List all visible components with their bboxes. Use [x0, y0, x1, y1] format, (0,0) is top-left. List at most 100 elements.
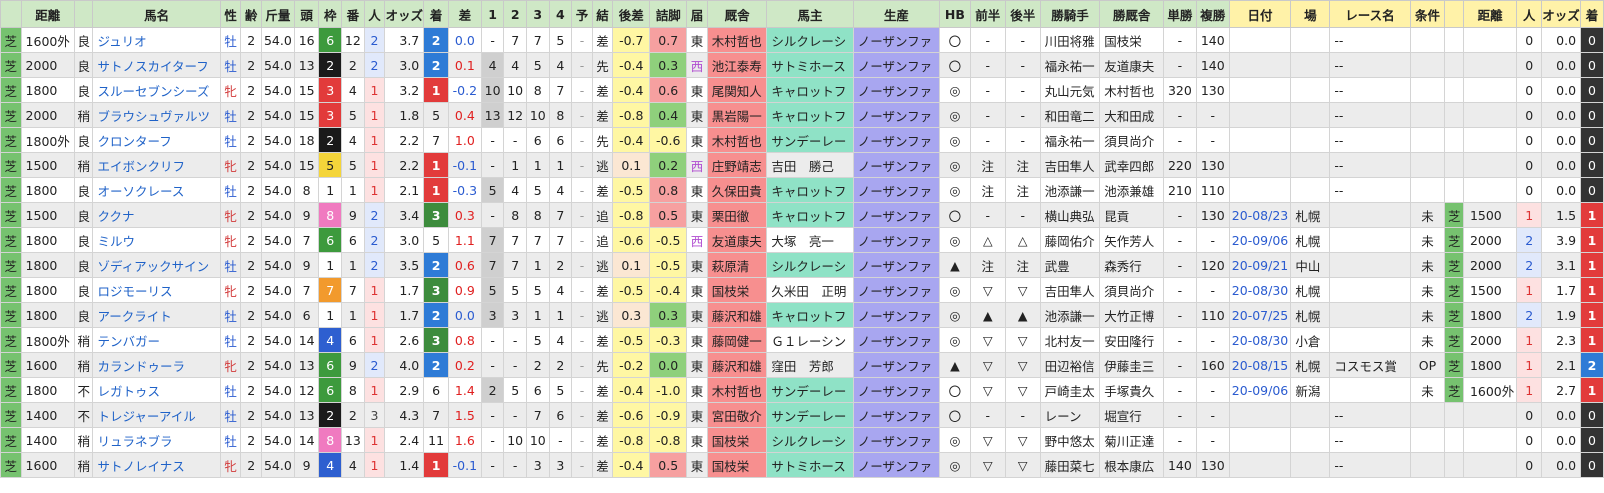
- header-cell[interactable]: 4: [548, 0, 573, 28]
- header-cell[interactable]: 日付: [1228, 0, 1292, 28]
- header-cell[interactable]: 3: [525, 0, 550, 28]
- header-cell[interactable]: 着: [423, 0, 449, 28]
- header-cell[interactable]: 結: [591, 0, 614, 28]
- cell-name[interactable]: ブラウシュヴァルツ: [92, 102, 221, 128]
- header-cell[interactable]: 頭: [293, 0, 320, 28]
- cell-kou: -: [1004, 402, 1041, 428]
- header-cell[interactable]: 性: [219, 0, 242, 28]
- cell-name[interactable]: サトノスカイターフ: [92, 52, 221, 78]
- cell-name[interactable]: ロジモーリス: [92, 277, 221, 303]
- cell-hb: ◎: [939, 102, 971, 128]
- cell-name[interactable]: アークライト: [92, 302, 221, 328]
- header-cell[interactable]: レース名: [1329, 0, 1411, 28]
- table-row[interactable]: 芝 1500 良ククナ牝 2 54.0 9 8 9 2 3.4 3 0.3-8 8 7- 追 -0.8 0.5 東…: [0, 202, 1604, 228]
- cell-p3: 7: [525, 27, 550, 53]
- table-row[interactable]: 芝 1800 不レガトゥス牡 2 54.0 12 6 8 1 2.9 6 1.4 2 5 6 5- 差 -0.4-…: [0, 377, 1604, 403]
- cell-fin2: 2: [1580, 352, 1604, 378]
- header-cell[interactable]: 枠: [318, 0, 343, 28]
- cell-odds2: 0.0: [1541, 52, 1582, 78]
- header-cell[interactable]: 馬主: [766, 0, 854, 28]
- header-cell[interactable]: 条件: [1409, 0, 1446, 28]
- cell-date: [1228, 127, 1292, 153]
- table-row[interactable]: 芝 1500 稍エイボンクリフ牝 2 54.0 15 5 5 1 2.2 1 -0.1-1 1 1- 逃 0.…: [0, 152, 1604, 178]
- cell-name[interactable]: オーソクレース: [92, 177, 221, 203]
- cell-p1: 13: [480, 102, 505, 128]
- header-cell[interactable]: [73, 0, 94, 28]
- header-cell[interactable]: [1444, 0, 1464, 28]
- header-cell[interactable]: 人: [363, 0, 386, 28]
- table-row[interactable]: 芝 2000 良サトノスカイターフ牡 2 54.0 13 2 2 2 3.0 2 0.1 4 4 5 4- 先 -…: [0, 52, 1604, 78]
- header-cell[interactable]: 予: [571, 0, 593, 28]
- cell-cls: [1409, 77, 1446, 103]
- cell-name[interactable]: ククナ: [92, 202, 221, 228]
- cell-name[interactable]: エイボンクリフ: [92, 152, 221, 178]
- table-row[interactable]: 芝 1600 稍サトノレイナス牝 2 54.0 9 4 4 1 1.4 1 -0.1- -3 3- 差 -0.…: [0, 452, 1604, 478]
- table-row[interactable]: 芝 1800 良アークライト牡 2 54.0 6 1 1 1 1.7 2 0.0 3 3 1 1- 逃 0.3 0.…: [0, 302, 1604, 328]
- header-cell[interactable]: 斤量: [260, 0, 295, 28]
- cell-surf: 芝: [0, 377, 22, 403]
- table-row[interactable]: 芝 1800 良ミルウ牝 2 54.0 7 6 6 2 3.0 5 1.1 7 7 7 7- 追 -0.6 -0.5…: [0, 227, 1604, 253]
- header-cell[interactable]: 番: [341, 0, 365, 28]
- cell-heads: 8: [293, 177, 320, 203]
- table-row[interactable]: 芝 1600 稍カランドゥーラ牝 2 54.0 13 6 9 2 4.0 2 0.2- -2 2- 先 -0.…: [0, 352, 1604, 378]
- header-cell[interactable]: 着: [1580, 0, 1604, 28]
- table-row[interactable]: 芝 1800 良ゾディアックサイン牡 2 54.0 9 1 1 2 3.5 2 0.6 7 7 1 2- 逃 0.…: [0, 252, 1604, 278]
- header-cell[interactable]: 人: [1516, 0, 1543, 28]
- cell-wt: 54.0: [260, 177, 295, 203]
- cell-name[interactable]: サトノレイナス: [92, 452, 221, 478]
- cell-fuku: 140: [1195, 27, 1230, 53]
- cell-sex: 牝: [219, 227, 242, 253]
- cell-name[interactable]: リュラネブラ: [92, 427, 221, 453]
- header-cell[interactable]: 届: [686, 0, 708, 28]
- cell-place: [1290, 52, 1331, 78]
- cell-odds: 3.2: [384, 77, 425, 103]
- table-row[interactable]: 芝 2000 稍ブラウシュヴァルツ牡 2 54.0 15 3 5 1 1.8 5 0.4 13 12 10 8…: [0, 102, 1604, 128]
- table-row[interactable]: 芝 1400 不トレジャーアイル牡 2 54.0 13 2 2 3 4.3 7 1.5- -7 6- 差 -0…: [0, 402, 1604, 428]
- cell-name[interactable]: トレジャーアイル: [92, 402, 221, 428]
- header-cell[interactable]: 勝騎手: [1039, 0, 1101, 28]
- header-cell[interactable]: 前半: [969, 0, 1006, 28]
- cell-name[interactable]: ミルウ: [92, 227, 221, 253]
- cell-name[interactable]: ゾディアックサイン: [92, 252, 221, 278]
- header-cell[interactable]: 馬名: [92, 0, 221, 28]
- table-row[interactable]: 芝 1800 良スルーセブンシーズ牝 2 54.0 15 3 4 1 3.2 1 -0.2 10 10 8 7…: [0, 77, 1604, 103]
- table-row[interactable]: 芝 1800 良ロジモーリス牝 2 54.0 7 7 7 1 1.7 3 0.9 5 5 5 4- 差 -0.5-…: [0, 277, 1604, 303]
- table-row[interactable]: 芝 1800 良オーソクレース牡 2 54.0 8 1 1 1 2.1 1 -0.3 5 4 5 4- 差 -0.…: [0, 177, 1604, 203]
- header-cell[interactable]: [0, 0, 22, 28]
- header-cell[interactable]: 後半: [1004, 0, 1041, 28]
- header-cell[interactable]: 差: [447, 0, 482, 28]
- header-cell[interactable]: 単勝: [1162, 0, 1197, 28]
- header-cell[interactable]: 2: [503, 0, 527, 28]
- cell-name[interactable]: カランドゥーラ: [92, 352, 221, 378]
- header-cell[interactable]: 勝厩舎: [1099, 0, 1164, 28]
- cell-name[interactable]: テンバガー: [92, 327, 221, 353]
- table-row[interactable]: 芝 1400 稍リュラネブラ牡 2 54.0 14 8 13 1 2.4 11 1.6-10 10- - 差…: [0, 427, 1604, 453]
- table-row[interactable]: 芝 1800外良クロンターフ牡 2 54.0 18 2 4 1 2.2 7 1.0- -6 6- 先 -0.…: [0, 127, 1604, 153]
- cell-trainer: 木村哲也: [706, 127, 768, 153]
- cell-odds: 2.4: [384, 427, 425, 453]
- header-cell[interactable]: 厩舎: [706, 0, 768, 28]
- header-cell[interactable]: 1: [480, 0, 505, 28]
- header-cell[interactable]: 複勝: [1195, 0, 1230, 28]
- header-cell[interactable]: 齢: [240, 0, 262, 28]
- header-cell[interactable]: 後差: [612, 0, 651, 28]
- header-cell[interactable]: オッズ: [384, 0, 425, 28]
- header-cell[interactable]: HB: [939, 0, 971, 28]
- header-cell[interactable]: 距離: [20, 0, 75, 28]
- cell-name[interactable]: スルーセブンシーズ: [92, 77, 221, 103]
- header-cell[interactable]: オッズ: [1541, 0, 1582, 28]
- table-row[interactable]: 芝 1600外良ジュリオ牡 2 54.0 16 6 12 2 3.7 2 0.0-7 7 5- 差 -0.7…: [0, 27, 1604, 53]
- cell-ke: 差: [591, 27, 614, 53]
- header-cell[interactable]: 生産: [852, 0, 941, 28]
- cell-zen: 注: [969, 252, 1006, 278]
- cell-age: 2: [240, 327, 262, 353]
- header-cell[interactable]: 場: [1290, 0, 1331, 28]
- cell-cls: 未: [1409, 202, 1446, 228]
- table-row[interactable]: 芝 1800外稍テンバガー牡 2 54.0 14 4 6 1 2.6 3 0.8- -5 4- 差 -0.5…: [0, 327, 1604, 353]
- header-cell[interactable]: 距離: [1462, 0, 1518, 28]
- header-cell[interactable]: 詰脚: [649, 0, 688, 28]
- cell-name[interactable]: クロンターフ: [92, 127, 221, 153]
- cell-name[interactable]: レガトゥス: [92, 377, 221, 403]
- cell-name[interactable]: ジュリオ: [92, 27, 221, 53]
- cell-tsume: 0.4: [649, 102, 688, 128]
